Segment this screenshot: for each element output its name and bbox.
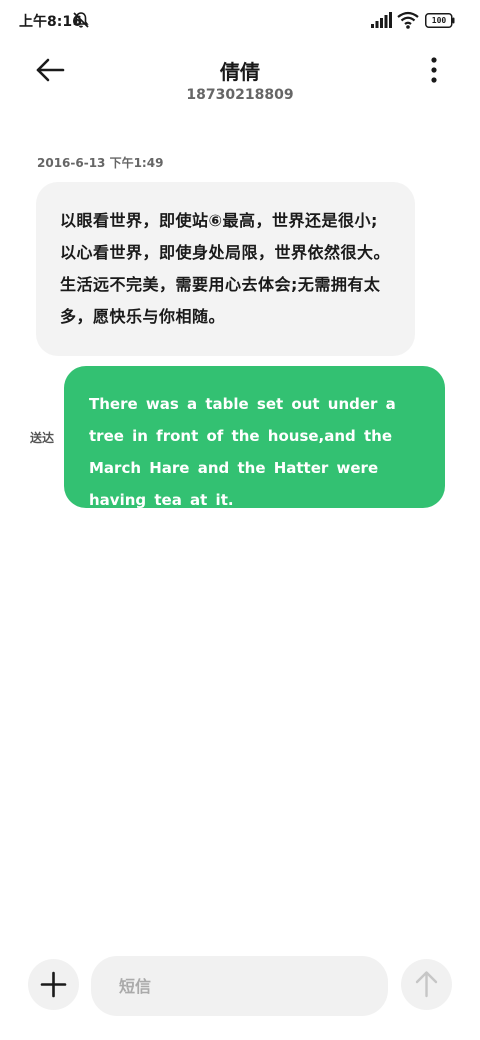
add-attachment-button[interactable] — [28, 959, 79, 1010]
send-button[interactable] — [401, 959, 452, 1010]
received-message-text: 以眼看世界，即使站⑥最高，世界还是很小;以心看世界，即使身处局限，世界依然很大。… — [60, 211, 391, 326]
plus-icon — [40, 971, 67, 998]
wifi-icon — [397, 11, 419, 29]
message-input[interactable] — [91, 956, 388, 1016]
more-vertical-icon — [431, 57, 437, 83]
signal-icon — [371, 12, 392, 28]
message-timestamp: 2016-6-13 下午1:49 — [37, 156, 164, 170]
battery-icon: 100 — [425, 13, 455, 28]
sent-message-text: There was a table set out under a tree i… — [89, 395, 396, 509]
contact-phone-number: 18730218809 — [186, 87, 294, 103]
received-message-bubble[interactable]: 以眼看世界，即使站⑥最高，世界还是很小;以心看世界，即使身处局限，世界依然很大。… — [36, 182, 415, 356]
contact-name: 倩倩 — [220, 60, 260, 84]
delivery-status: 送达 — [30, 431, 55, 445]
notification-muted-icon — [73, 12, 89, 28]
battery-level: 100 — [431, 16, 447, 25]
more-options-button[interactable] — [420, 54, 448, 86]
sent-message-bubble[interactable]: There was a table set out under a tree i… — [64, 366, 445, 509]
status-bar: 上午8:16 100 — [0, 0, 480, 40]
conversation-header: 倩倩 18730218809 — [0, 40, 480, 115]
send-arrow-up-icon — [415, 971, 438, 998]
message-composer — [0, 950, 480, 1030]
